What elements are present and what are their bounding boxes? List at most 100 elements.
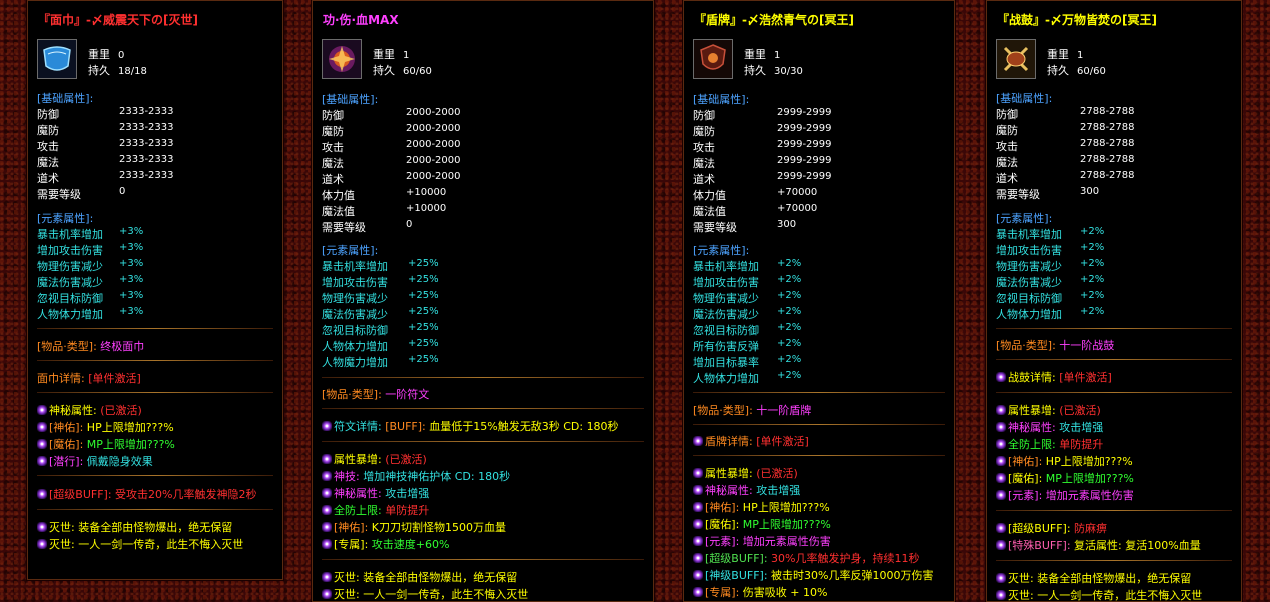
effect-line: 神秘属性: 攻击增强 — [322, 485, 429, 501]
gem-icon — [996, 540, 1006, 550]
item-tooltip-war-drum: 『战鼓』-〆万物皆焚の[冥王] 重里 1 持久 60/60 [基础属性]: 防御 27… — [986, 0, 1242, 602]
gem-icon — [693, 570, 703, 580]
buff-line: [特殊BUFF]: 复活属性: 复活100%血量 — [996, 537, 1201, 553]
gem-icon — [37, 522, 47, 532]
item-title: 『战鼓』-〆万物皆焚の[冥王] — [997, 13, 1157, 27]
gem-icon — [996, 473, 1006, 483]
type-label: [物品·类型]: — [996, 339, 1056, 352]
gem-icon — [996, 439, 1006, 449]
elem-attr-row: 人物体力增加 +2% — [996, 306, 1104, 322]
gem-icon — [322, 539, 332, 549]
attr-key: 需要等级 — [996, 188, 1040, 201]
gem-icon — [693, 485, 703, 495]
effect-key: 神秘属性: — [705, 484, 753, 497]
gem-icon — [996, 573, 1006, 583]
attr-value: 2999-2999 — [777, 171, 832, 182]
attr-value: +3% — [119, 274, 144, 285]
effect-value: 攻击增强 — [1059, 421, 1104, 434]
effect-value: 单防提升 — [385, 504, 430, 517]
mie-line-1: 灭世: 装备全部由怪物爆出，绝无保留 — [322, 569, 517, 585]
divider — [37, 475, 273, 476]
attr-value: 2000-2000 — [406, 139, 461, 150]
base-attr-row: 道术 2788-2788 — [996, 170, 1135, 186]
effect-key: [专属]: — [705, 586, 740, 599]
gem-icon — [322, 454, 332, 464]
elem-attr-row: 增加攻击伤害 +2% — [693, 274, 801, 290]
attr-value: +2% — [777, 290, 802, 301]
attr-value: 2000-2000 — [406, 155, 461, 166]
elem-attr-row: 增加攻击伤害 +25% — [322, 274, 439, 290]
mie-line-1: 灭世: 装备全部由怪物爆出，绝无保留 — [37, 519, 232, 535]
attr-value: +2% — [777, 354, 802, 365]
attr-key: 所有伤害反弹 — [693, 340, 759, 353]
type-value: 终极面巾 — [100, 340, 145, 353]
durability-label: 持久 — [373, 64, 395, 77]
effect-key: [神佑]: — [1008, 455, 1043, 468]
item-type: [物品·类型]: 终极面巾 — [37, 338, 144, 354]
effect-key: [神级BUFF]: — [705, 569, 768, 582]
elem-attr-row: 所有伤害反弹 +2% — [693, 338, 801, 354]
detail-label: 盾牌详情: — [705, 435, 753, 448]
weight-value: 1 — [403, 50, 410, 61]
effect-value: HP上限增加???% — [86, 421, 174, 434]
effect-value: 伤害吸收 + 10% — [742, 586, 828, 599]
base-attr-row: 防御 2999-2999 — [693, 107, 832, 123]
durability-value: 30/30 — [774, 66, 803, 77]
elem-attr-row: 人物体力增加 +2% — [693, 370, 801, 386]
elem-attr-row: 忽视目标防御 +25% — [322, 322, 439, 338]
type-label: [物品·类型]: — [37, 340, 97, 353]
attr-value: 2788-2788 — [1080, 122, 1135, 133]
attr-key: 暴击机率增加 — [322, 260, 388, 273]
effect-value: K刀刀切割怪物1500万血量 — [371, 521, 507, 534]
attr-key: 暴击机率增加 — [996, 228, 1062, 241]
item-tooltip-face-towel: 『面巾』-〆威震天下の[灭世] 重里 0 持久 18/18 [基础属性]: 防御 23… — [27, 0, 283, 580]
effect-line: [魔佑]: MP上限增加???% — [996, 470, 1134, 486]
effect-line: [魔佑]: MP上限增加???% — [37, 436, 175, 452]
base-attr-row: 魔法 2788-2788 — [996, 154, 1135, 170]
base-attr-row: 魔防 2000-2000 — [322, 123, 461, 139]
gem-icon — [37, 489, 47, 499]
burst-label: 属性暴增: — [334, 453, 382, 466]
attr-key: 道术 — [37, 172, 59, 185]
attr-key: 需要等级 — [322, 221, 366, 234]
item-detail: 盾牌详情: [单件激活] — [693, 433, 809, 449]
effect-value: MP上限增加???% — [1045, 472, 1134, 485]
base-attr-row: 魔法 2000-2000 — [322, 155, 461, 171]
attr-value: +3% — [119, 242, 144, 253]
attr-value: +70000 — [777, 187, 818, 198]
base-attr-row: 攻击 2000-2000 — [322, 139, 461, 155]
attr-value: +2% — [1080, 258, 1105, 269]
attr-value: 2788-2788 — [1080, 106, 1135, 117]
attr-value: 2000-2000 — [406, 123, 461, 134]
attr-key: 体力值 — [693, 189, 726, 202]
attr-key: 攻击 — [996, 140, 1018, 153]
effect-key: 神秘属性: — [334, 487, 382, 500]
rune-value: 血量低于15%触发无敌3秒 CD: 180秒 — [429, 420, 619, 433]
effect-line: [元素]: 增加元素属性伤害 — [996, 487, 1134, 503]
attr-key: 体力值 — [322, 189, 355, 202]
divider — [996, 328, 1232, 329]
base-attr-row: 体力值 +10000 — [322, 187, 446, 203]
attr-key: 魔法值 — [693, 205, 726, 218]
divider — [322, 408, 644, 409]
divider — [37, 328, 273, 329]
attr-value: 300 — [777, 219, 797, 230]
base-attr-row: 道术 2333-2333 — [37, 170, 174, 186]
rune-buff: [BUFF]: — [385, 420, 426, 433]
item-title: 『盾牌』-〆浩然青气の[冥王] — [694, 13, 854, 27]
attr-key: 增加攻击伤害 — [693, 276, 759, 289]
burst-value: (已激活) — [1059, 404, 1101, 417]
detail-value: [单件激活] — [88, 372, 141, 385]
gem-icon — [37, 539, 47, 549]
attr-value: 2788-2788 — [1080, 138, 1135, 149]
attr-key: 物理伤害减少 — [37, 260, 103, 273]
base-attr-row: 攻击 2999-2999 — [693, 139, 832, 155]
item-title: 功·伤·血MAX — [323, 13, 399, 27]
elem-attr-row: 暴击机率增加 +2% — [693, 258, 801, 274]
divider — [996, 510, 1232, 511]
attr-value: 2333-2333 — [119, 154, 174, 165]
attr-value: 2000-2000 — [406, 107, 461, 118]
attr-value: +10000 — [406, 187, 447, 198]
attr-value: +2% — [777, 306, 802, 317]
burst-label: 属性暴增: — [1008, 404, 1056, 417]
